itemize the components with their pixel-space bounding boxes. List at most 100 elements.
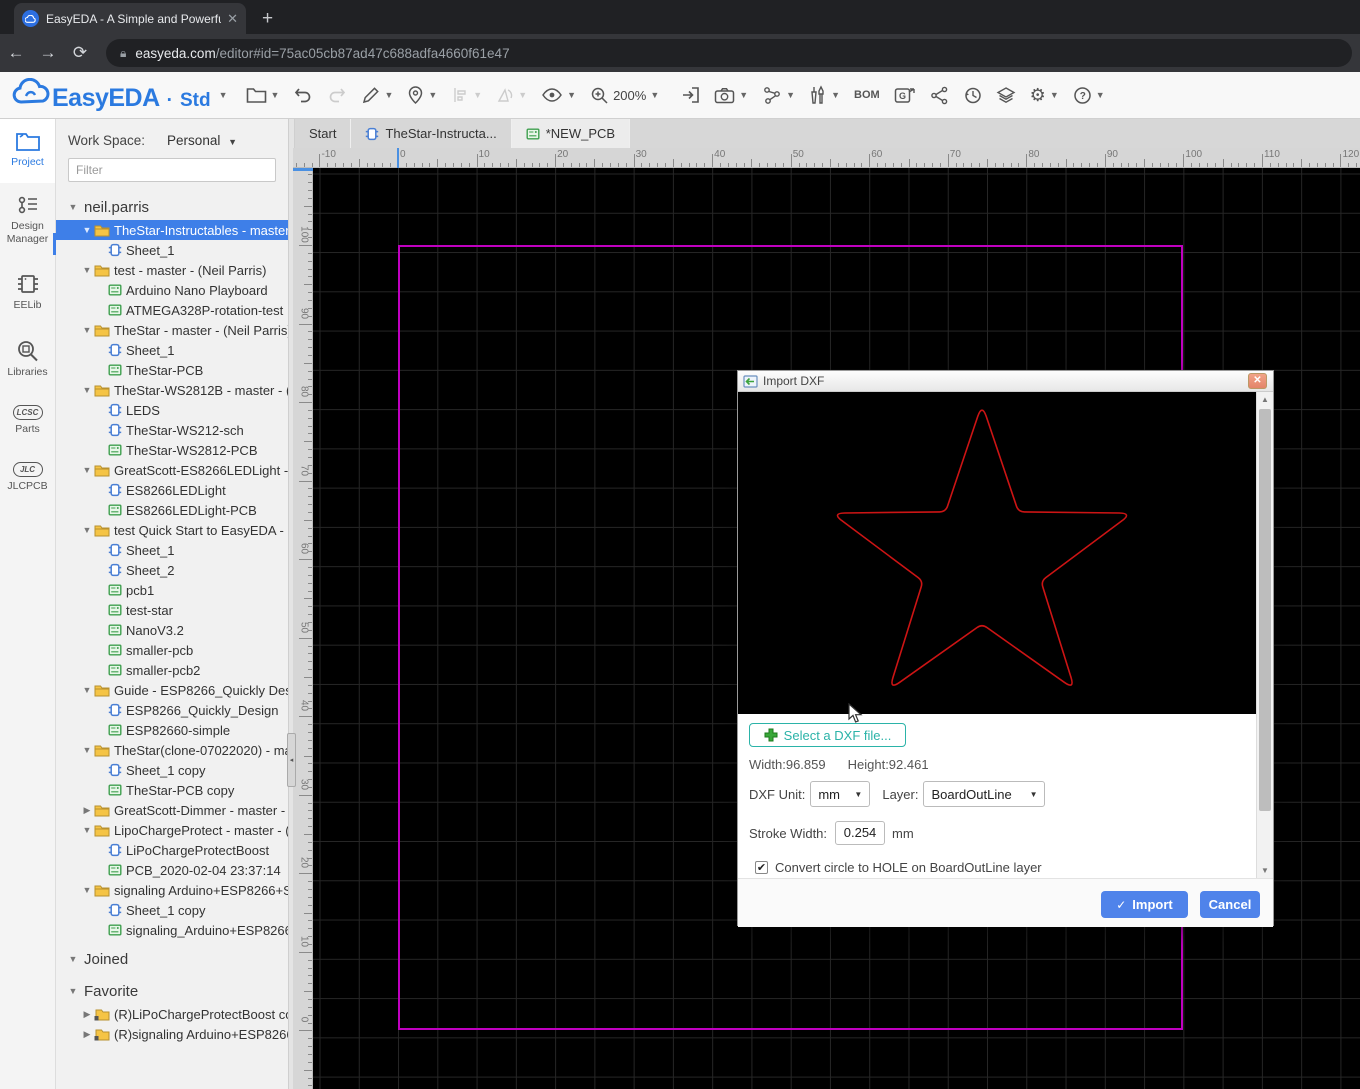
- anchor-point-button[interactable]: ▼: [407, 85, 437, 105]
- dialog-scrollbar[interactable]: ▲ ▼: [1256, 392, 1273, 878]
- tree-item-signaling-arduino-esp8266-sim[interactable]: signaling_Arduino+ESP8266+SIM: [56, 920, 288, 940]
- tree-item-thestar-pcb-copy[interactable]: TheStar-PCB copy: [56, 780, 288, 800]
- tree-item-thestar-pcb[interactable]: TheStar-PCB: [56, 360, 288, 380]
- collapse-arrow-icon[interactable]: ▼: [82, 885, 92, 895]
- scroll-up-icon[interactable]: ▲: [1257, 392, 1273, 407]
- tree-item-greatscott-es8266ledlight-mas[interactable]: ▼GreatScott-ES8266LEDLight - mas: [56, 460, 288, 480]
- collapse-arrow-icon[interactable]: ▼: [82, 745, 92, 755]
- tree-item-thestar-ws212-sch[interactable]: TheStar-WS212-sch: [56, 420, 288, 440]
- tree-item-es8266ledlight[interactable]: ES8266LEDLight: [56, 480, 288, 500]
- dialog-titlebar[interactable]: Import DXF: [738, 371, 1273, 392]
- tree-item-neil-parris[interactable]: ▼neil.parris: [56, 194, 288, 220]
- tree-item-favorite[interactable]: ▼Favorite: [56, 978, 288, 1004]
- rail-item-project[interactable]: Project: [0, 119, 55, 183]
- collapse-arrow-icon[interactable]: ▼: [68, 202, 78, 212]
- file-folder-button[interactable]: ▼: [246, 86, 280, 104]
- simulation-network-button[interactable]: ▼: [762, 86, 795, 105]
- tree-item-joined[interactable]: ▼Joined: [56, 946, 288, 972]
- tree-item-nanov3-2[interactable]: NanoV3.2: [56, 620, 288, 640]
- doc-tab--new-pcb[interactable]: *NEW_PCB: [512, 119, 630, 148]
- reload-icon[interactable]: ⟳: [64, 43, 96, 63]
- export-gerber-button[interactable]: G: [894, 86, 916, 105]
- tree-item-test-master-neil-parris-[interactable]: ▼test - master - (Neil Parris): [56, 260, 288, 280]
- collapse-arrow-icon[interactable]: ▼: [82, 525, 92, 535]
- tree-item-thestar-clone-07022020-master[interactable]: ▼TheStar(clone-07022020) - master: [56, 740, 288, 760]
- tree-item-thestar-instructables-master-n[interactable]: ▼TheStar-Instructables - master - (N: [56, 220, 288, 240]
- tree-item-sheet-2[interactable]: Sheet_2: [56, 560, 288, 580]
- layer-select[interactable]: BoardOutLine▼: [923, 781, 1045, 807]
- tree-item-arduino-nano-playboard[interactable]: Arduino Nano Playboard: [56, 280, 288, 300]
- undo-button[interactable]: [293, 86, 313, 104]
- browser-tab[interactable]: EasyEDA - A Simple and Powerful ✕: [14, 3, 246, 34]
- tree-item-lipochargeprotect-master-neil[interactable]: ▼LipoChargeProtect - master - (Neil: [56, 820, 288, 840]
- workspace-dropdown[interactable]: Personal ▼: [167, 133, 237, 148]
- tools-button[interactable]: ▼: [809, 85, 840, 105]
- tree-item-smaller-pcb2[interactable]: smaller-pcb2: [56, 660, 288, 680]
- convert-circle-checkbox[interactable]: ✔: [755, 861, 768, 874]
- view-eye-button[interactable]: ▼: [541, 87, 576, 103]
- tree-item-test-quick-start-to-easyeda-mast[interactable]: ▼test Quick Start to EasyEDA - mast: [56, 520, 288, 540]
- expand-arrow-icon[interactable]: ▶: [82, 805, 92, 816]
- rail-item-libraries[interactable]: Libraries: [0, 327, 55, 393]
- tree-item-sheet-1[interactable]: Sheet_1: [56, 540, 288, 560]
- filter-input[interactable]: [68, 158, 276, 182]
- tree-item-greatscott-dimmer-master-neil[interactable]: ▶GreatScott-Dimmer - master - (Neil: [56, 800, 288, 820]
- rail-item-jlcpcb[interactable]: JLCJLCPCB: [0, 450, 55, 507]
- collapse-arrow-icon[interactable]: ▼: [68, 954, 78, 964]
- tree-item-sheet-1-copy[interactable]: Sheet_1 copy: [56, 900, 288, 920]
- layers-button[interactable]: [996, 86, 1016, 105]
- back-icon[interactable]: ←: [0, 43, 32, 63]
- forward-icon[interactable]: →: [32, 43, 64, 63]
- scrollbar-thumb[interactable]: [1259, 409, 1271, 811]
- tree-item-thestar-ws2812b-master-neil[interactable]: ▼TheStar-WS2812B - master - (Neil: [56, 380, 288, 400]
- collapse-arrow-icon[interactable]: ▼: [82, 265, 92, 275]
- select-dxf-file-button[interactable]: Select a DXF file...: [749, 723, 906, 747]
- help-button[interactable]: ? ▼: [1073, 86, 1105, 105]
- tree-item--r-signaling-arduino-esp8266-si[interactable]: ▶(R)signaling Arduino+ESP8266+SI: [56, 1024, 288, 1044]
- doc-tab-start[interactable]: Start: [295, 119, 351, 148]
- collapse-arrow-icon[interactable]: ▼: [82, 825, 92, 835]
- dialog-close-icon[interactable]: ✕: [1248, 373, 1267, 389]
- import-button[interactable]: [680, 86, 700, 104]
- tab-close-icon[interactable]: ✕: [227, 11, 238, 27]
- expand-arrow-icon[interactable]: ▶: [82, 1029, 92, 1040]
- tree-item-signaling-arduino-esp8266-sim8[interactable]: ▼signaling Arduino+ESP8266+SIM8: [56, 880, 288, 900]
- new-tab-button[interactable]: +: [262, 8, 273, 30]
- expand-arrow-icon[interactable]: ▶: [82, 1009, 92, 1020]
- tree-item-pcb-2020-02-04-23-37-14[interactable]: PCB_2020-02-04 23:37:14: [56, 860, 288, 880]
- tree-item-pcb1[interactable]: pcb1: [56, 580, 288, 600]
- rail-item-parts[interactable]: LCSCParts: [0, 393, 55, 450]
- history-button[interactable]: [963, 86, 982, 105]
- rail-item-eelib[interactable]: EELib: [0, 260, 55, 326]
- tree-item-sheet-1[interactable]: Sheet_1: [56, 240, 288, 260]
- tree-item-atmega328p-rotation-test[interactable]: ATMEGA328P-rotation-test: [56, 300, 288, 320]
- tree-item-sheet-1-copy[interactable]: Sheet_1 copy: [56, 760, 288, 780]
- share-button[interactable]: [930, 86, 949, 105]
- panel-resize-grip[interactable]: ◂: [287, 733, 296, 787]
- collapse-arrow-icon[interactable]: ▼: [82, 325, 92, 335]
- tree-item-esp8266-quickly-design[interactable]: ESP8266_Quickly_Design: [56, 700, 288, 720]
- cancel-button[interactable]: Cancel: [1200, 891, 1260, 918]
- tree-item-smaller-pcb[interactable]: smaller-pcb: [56, 640, 288, 660]
- tree-item-test-star[interactable]: test-star: [56, 600, 288, 620]
- settings-gear-button[interactable]: ⚙▼: [1030, 86, 1059, 104]
- tree-item-es8266ledlight-pcb[interactable]: ES8266LEDLight-PCB: [56, 500, 288, 520]
- tree-item--r-lipochargeprotectboost-copy-[interactable]: ▶(R)LiPoChargeProtectBoost copy -: [56, 1004, 288, 1024]
- doc-tab-thestar-instructa-[interactable]: TheStar-Instructa...: [351, 119, 511, 148]
- zoom-level[interactable]: 200%: [613, 88, 646, 103]
- tree-item-guide-esp8266-quickly-design-[interactable]: ▼Guide - ESP8266_Quickly Design -: [56, 680, 288, 700]
- scroll-down-icon[interactable]: ▼: [1257, 863, 1273, 878]
- easyeda-logo[interactable]: EasyEDA · Std: [12, 78, 211, 113]
- snapshot-camera-button[interactable]: ▼: [714, 87, 748, 104]
- tree-item-lipochargeprotectboost[interactable]: LiPoChargeProtectBoost: [56, 840, 288, 860]
- tree-item-thestar-ws2812-pcb[interactable]: TheStar-WS2812-PCB: [56, 440, 288, 460]
- zoom-button[interactable]: 200% ▼: [590, 86, 659, 105]
- tree-item-esp82660-simple[interactable]: ESP82660-simple: [56, 720, 288, 740]
- url-bar[interactable]: 🔒︎ easyeda.com/editor#id=75ac05cb87ad47c…: [106, 39, 1352, 67]
- tree-item-thestar-master-neil-parris-[interactable]: ▼TheStar - master - (Neil Parris): [56, 320, 288, 340]
- dxf-unit-select[interactable]: mm▼: [810, 781, 870, 807]
- collapse-arrow-icon[interactable]: ▼: [82, 685, 92, 695]
- collapse-arrow-icon[interactable]: ▼: [82, 385, 92, 395]
- stroke-width-input[interactable]: 0.254: [835, 821, 885, 845]
- tree-item-sheet-1[interactable]: Sheet_1: [56, 340, 288, 360]
